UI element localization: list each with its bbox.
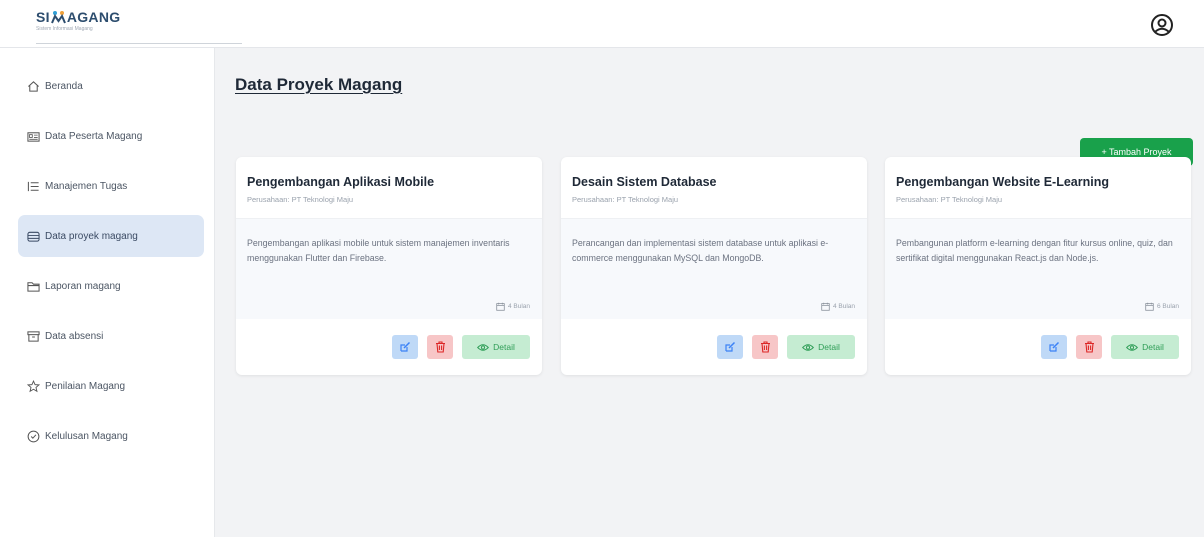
trash-icon	[1084, 341, 1094, 353]
project-card: Pengembangan Aplikasi Mobile Perusahaan:…	[236, 157, 542, 375]
eye-icon	[477, 343, 490, 351]
card-company: Perusahaan: PT Teknologi Maju	[247, 195, 354, 204]
detail-label: Detail	[1142, 342, 1164, 352]
sidebar-item-penilaian[interactable]: Penilaian Magang	[18, 365, 204, 407]
duration-text: 4 Bulan	[507, 303, 530, 310]
delete-button[interactable]	[752, 335, 778, 359]
sidebar-item-data-proyek[interactable]: Data proyek magang	[18, 215, 204, 257]
eye-icon	[802, 343, 815, 351]
card-actions: Detail	[885, 319, 1191, 375]
calendar-icon	[821, 302, 830, 311]
check-circle-icon	[27, 430, 40, 442]
card-header: Desain Sistem Database Perusahaan: PT Te…	[561, 157, 867, 219]
logo-text-left: SI	[36, 9, 50, 25]
card-body: Pengembangan aplikasi mobile untuk siste…	[236, 219, 542, 319]
logo-text-right: AGANG	[66, 9, 121, 25]
edit-icon	[400, 341, 411, 352]
card-company: Perusahaan: PT Teknologi Maju	[572, 195, 679, 204]
add-project-label: + Tambah Proyek	[1101, 147, 1172, 157]
star-icon	[27, 379, 40, 392]
sidebar-item-label: Data absensi	[45, 330, 104, 342]
edit-icon	[1049, 341, 1060, 352]
card-actions: Detail	[236, 319, 542, 375]
sidebar-item-label: Kelulusan Magang	[45, 430, 128, 442]
project-card: Desain Sistem Database Perusahaan: PT Te…	[561, 157, 867, 375]
card-duration: 4 Bulan	[821, 302, 855, 311]
app-logo[interactable]: SI AGANG Sistem Informasi Magang	[36, 9, 242, 44]
eye-icon	[1126, 343, 1139, 351]
detail-label: Detail	[818, 342, 840, 352]
calendar-icon	[496, 302, 505, 311]
sidebar-item-kelulusan[interactable]: Kelulusan Magang	[18, 415, 204, 457]
trash-icon	[435, 341, 445, 353]
card-title: Pengembangan Aplikasi Mobile	[247, 175, 435, 189]
sidebar-item-label: Laporan magang	[45, 280, 121, 292]
project-card: Pengembangan Website E-Learning Perusaha…	[885, 157, 1191, 375]
sidebar-item-data-peserta[interactable]: Data Peserta Magang	[18, 115, 204, 157]
delete-button[interactable]	[1076, 335, 1102, 359]
card-actions: Detail	[561, 319, 867, 375]
sidebar-item-label: Data Peserta Magang	[45, 130, 143, 142]
detail-label: Detail	[493, 342, 515, 352]
logo-people-icon	[50, 10, 66, 24]
folder-icon	[27, 281, 40, 292]
sidebar-item-beranda[interactable]: Beranda	[18, 65, 204, 107]
top-bar: SI AGANG Sistem Informasi Magang	[0, 0, 1204, 48]
logo-divider	[36, 43, 242, 44]
calendar-icon	[1145, 302, 1154, 311]
user-circle-icon[interactable]	[1150, 13, 1174, 37]
trash-icon	[760, 341, 770, 353]
logo-tagline: Sistem Informasi Magang	[36, 26, 93, 32]
card-header: Pengembangan Aplikasi Mobile Perusahaan:…	[236, 157, 542, 219]
delete-button[interactable]	[427, 335, 453, 359]
card-duration: 4 Bulan	[496, 302, 530, 311]
sidebar-item-manajemen-tugas[interactable]: Manajemen Tugas	[18, 165, 204, 207]
edit-button[interactable]	[392, 335, 418, 359]
card-title: Pengembangan Website E-Learning	[896, 175, 1110, 189]
edit-button[interactable]	[717, 335, 743, 359]
card-duration: 6 Bulan	[1145, 302, 1179, 311]
card-title: Desain Sistem Database	[572, 175, 717, 189]
detail-button[interactable]: Detail	[1111, 335, 1179, 359]
list-icon	[27, 181, 39, 191]
card-header: Pengembangan Website E-Learning Perusaha…	[885, 157, 1191, 219]
sidebar-item-laporan[interactable]: Laporan magang	[18, 265, 204, 307]
card-company: Perusahaan: PT Teknologi Maju	[896, 195, 1003, 204]
card-description: Pembangunan platform e-learning dengan f…	[896, 238, 1173, 263]
sidebar-item-data-absensi[interactable]: Data absensi	[18, 315, 204, 357]
card-description: Pengembangan aplikasi mobile untuk siste…	[247, 238, 510, 263]
sidebar-item-label: Penilaian Magang	[45, 380, 126, 392]
card-body: Pembangunan platform e-learning dengan f…	[885, 219, 1191, 319]
logo-wordmark: SI AGANG	[36, 9, 146, 25]
id-card-icon	[27, 131, 40, 142]
detail-button[interactable]: Detail	[787, 335, 855, 359]
duration-text: 6 Bulan	[1156, 303, 1179, 310]
sidebar-item-label: Manajemen Tugas	[45, 180, 128, 192]
duration-text: 4 Bulan	[832, 303, 855, 310]
card-body: Perancangan dan implementasi sistem data…	[561, 219, 867, 319]
detail-button[interactable]: Detail	[462, 335, 530, 359]
sidebar: Beranda Data Peserta Magang Manajemen Tu…	[0, 48, 215, 537]
sidebar-item-label: Data proyek magang	[45, 230, 138, 242]
edit-button[interactable]	[1041, 335, 1067, 359]
page-title: Data Proyek Magang	[235, 75, 403, 94]
edit-icon	[725, 341, 736, 352]
archive-icon	[27, 330, 40, 342]
database-icon	[27, 231, 40, 242]
home-icon	[28, 80, 39, 92]
card-description: Perancangan dan implementasi sistem data…	[572, 238, 829, 263]
sidebar-item-label: Beranda	[45, 80, 83, 92]
